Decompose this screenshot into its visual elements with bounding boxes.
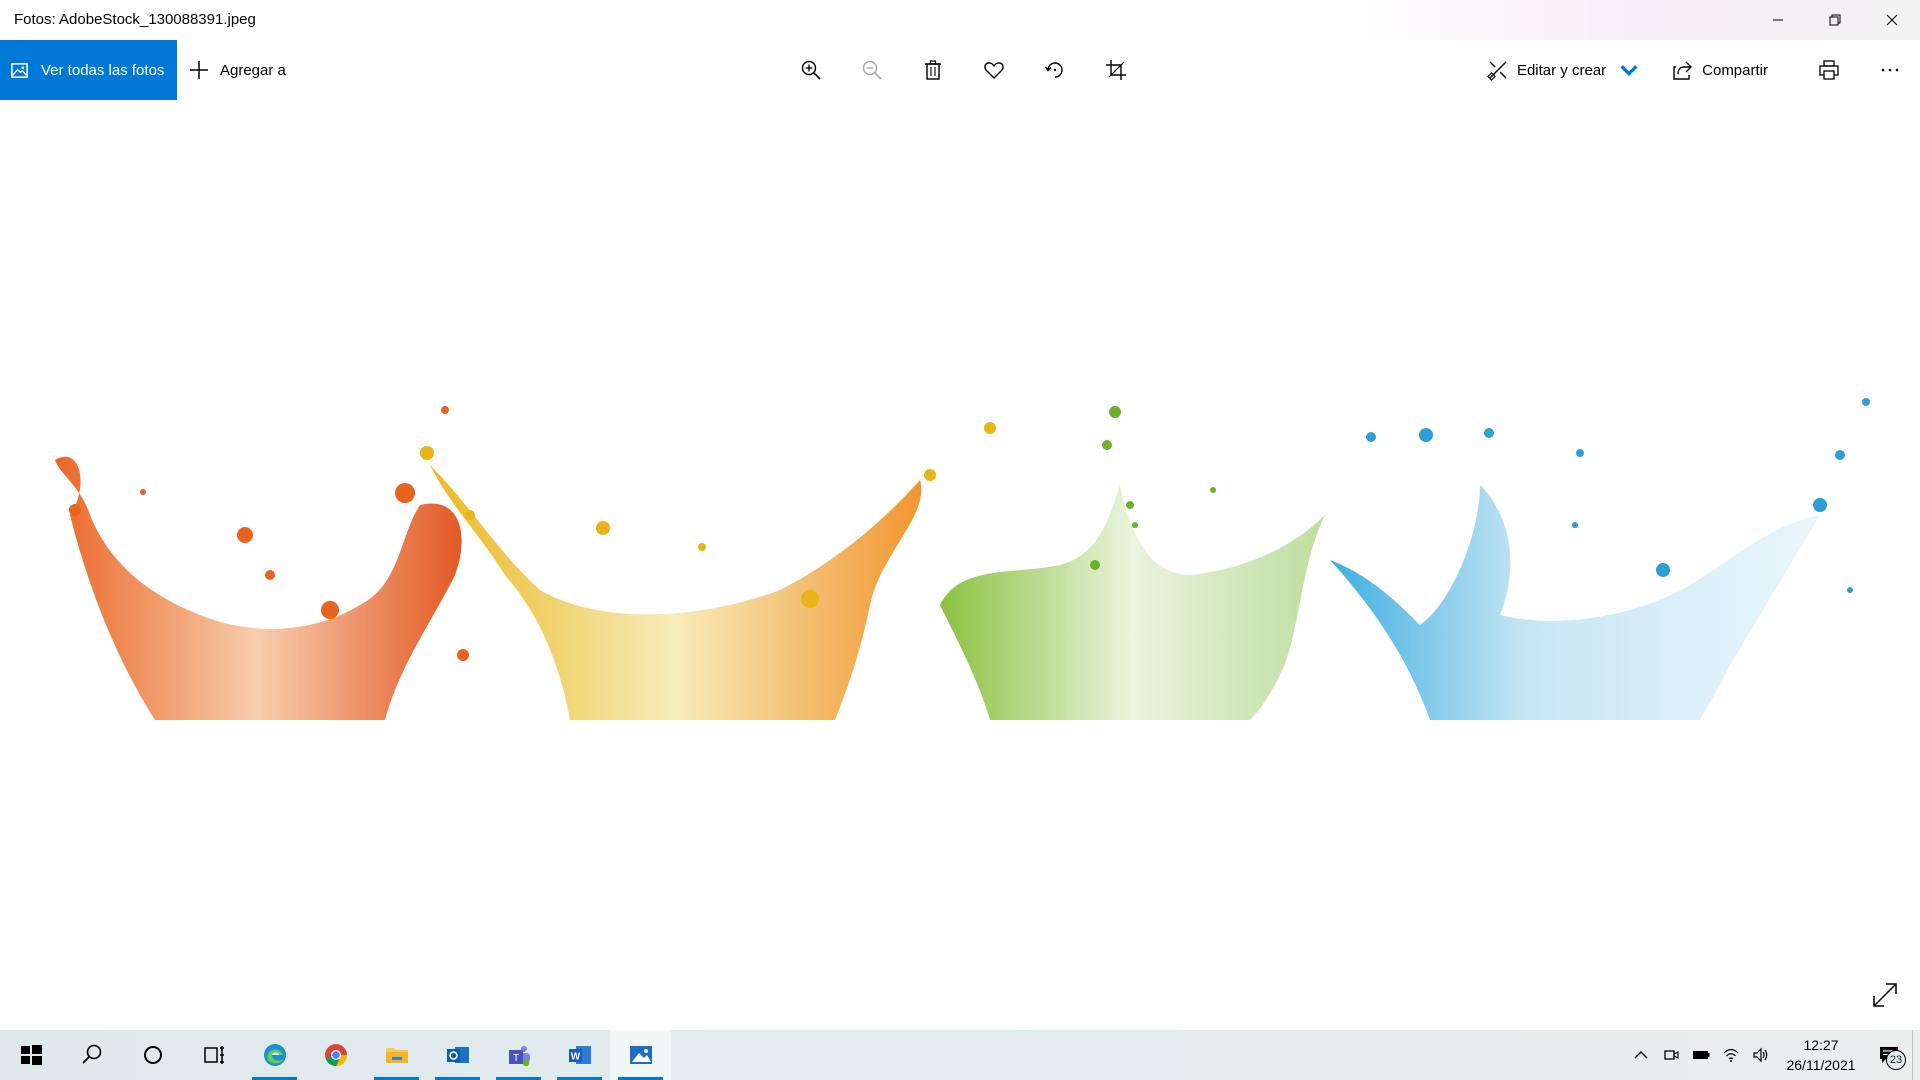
edge-icon	[263, 1044, 286, 1066]
photos-gallery-icon	[11, 62, 28, 78]
chrome-icon	[324, 1044, 347, 1066]
file-explorer-icon	[385, 1048, 408, 1063]
action-center-button[interactable]: 23	[1866, 1030, 1912, 1080]
more-options-button[interactable]	[1859, 40, 1920, 100]
zoom-out-icon	[862, 60, 882, 80]
close-icon	[1886, 14, 1897, 26]
share-icon	[1673, 61, 1693, 80]
tray-camera[interactable]	[1656, 1030, 1686, 1080]
add-to-button[interactable]: Agregar a	[188, 40, 286, 100]
system-tray: 12:27 26/11/2021 23	[1626, 1030, 1920, 1080]
word-icon: W	[568, 1046, 591, 1064]
green-splash	[940, 485, 1325, 720]
task-view-icon	[203, 1046, 224, 1064]
windows-start-icon	[20, 1045, 42, 1065]
taskbar: T W 12:27 26/11/2021 23	[0, 1030, 1920, 1080]
wifi-icon	[1723, 1048, 1739, 1062]
teams-icon: T	[508, 1046, 530, 1067]
minimize-icon	[1772, 19, 1783, 21]
show-desktop-button[interactable]	[1912, 1030, 1920, 1080]
toolbar: Ver todas las fotos Agregar a Editar y c…	[0, 40, 1920, 100]
title-bar: Fotos: AdobeStock_130088391.jpeg	[0, 0, 1920, 40]
zoom-in-button[interactable]	[780, 40, 841, 100]
task-view-button[interactable]	[183, 1030, 244, 1080]
window-title: Fotos: AdobeStock_130088391.jpeg	[14, 11, 256, 28]
zoom-out-button[interactable]	[841, 40, 902, 100]
tray-volume[interactable]	[1746, 1030, 1776, 1080]
more-icon	[1881, 68, 1898, 72]
rotate-button[interactable]	[1024, 40, 1085, 100]
taskbar-teams[interactable]: T	[488, 1030, 549, 1080]
outlook-icon	[446, 1047, 469, 1063]
view-all-photos-label: Ver todas las fotos	[41, 61, 165, 79]
edit-create-label: Editar y crear	[1516, 61, 1607, 79]
clock-date: 26/11/2021	[1786, 1057, 1856, 1073]
taskbar-outlook[interactable]	[427, 1030, 488, 1080]
photo-viewer[interactable]	[0, 100, 1920, 1030]
favorite-button[interactable]	[963, 40, 1024, 100]
taskbar-photos[interactable]	[610, 1030, 671, 1080]
restore-icon	[1829, 14, 1840, 26]
print-icon	[1818, 60, 1839, 80]
taskbar-file-explorer[interactable]	[366, 1030, 427, 1080]
add-to-label: Agregar a	[220, 61, 286, 79]
delete-button[interactable]	[902, 40, 963, 100]
close-button[interactable]	[1863, 0, 1920, 40]
taskbar-apps: T W	[0, 1030, 671, 1080]
clock-time: 12:27	[1803, 1037, 1839, 1053]
chevron-down-icon	[1620, 65, 1638, 77]
cortana-button[interactable]	[122, 1030, 183, 1080]
yellow-splash	[430, 465, 922, 720]
taskbar-chrome[interactable]	[305, 1030, 366, 1080]
rotate-icon	[1044, 62, 1063, 78]
tray-battery[interactable]	[1686, 1030, 1716, 1080]
plus-icon	[190, 61, 208, 79]
taskbar-edge[interactable]	[244, 1030, 305, 1080]
minimize-button[interactable]	[1749, 0, 1806, 40]
search-button[interactable]	[61, 1030, 122, 1080]
heart-icon	[983, 62, 1004, 79]
share-label: Compartir	[1702, 61, 1768, 79]
taskbar-clock[interactable]: 12:27 26/11/2021	[1776, 1035, 1866, 1075]
delete-icon	[924, 60, 941, 80]
notification-count-badge: 23	[1886, 1050, 1906, 1070]
restore-button[interactable]	[1806, 0, 1863, 40]
print-button[interactable]	[1798, 40, 1859, 100]
photo-image	[55, 398, 1870, 720]
toolbar-right: Editar y crear Compartir	[1475, 40, 1920, 100]
chevron-up-icon	[1634, 1051, 1648, 1059]
crop-button[interactable]	[1085, 40, 1146, 100]
blue-splash	[1330, 485, 1820, 720]
meet-now-icon	[1664, 1050, 1679, 1060]
search-icon	[81, 1044, 101, 1064]
cortana-icon	[143, 1046, 162, 1064]
start-button[interactable]	[0, 1030, 61, 1080]
battery-icon	[1693, 1051, 1710, 1059]
tray-expand-button[interactable]	[1626, 1030, 1656, 1080]
edit-create-icon	[1487, 61, 1507, 81]
fullscreen-icon[interactable]	[1870, 980, 1900, 1010]
svg-text:T: T	[512, 1053, 518, 1064]
share-button[interactable]: Compartir	[1660, 40, 1780, 100]
svg-text:W: W	[570, 1052, 580, 1063]
tray-network[interactable]	[1716, 1030, 1746, 1080]
image-tools	[780, 40, 1146, 100]
crop-icon	[1105, 60, 1126, 80]
zoom-in-icon	[801, 60, 821, 80]
volume-icon	[1753, 1047, 1768, 1063]
taskbar-word[interactable]: W	[549, 1030, 610, 1080]
photos-icon	[629, 1046, 652, 1064]
view-all-photos-button[interactable]: Ver todas las fotos	[0, 40, 177, 100]
window-controls	[1749, 0, 1920, 40]
edit-create-button[interactable]: Editar y crear	[1475, 40, 1652, 100]
